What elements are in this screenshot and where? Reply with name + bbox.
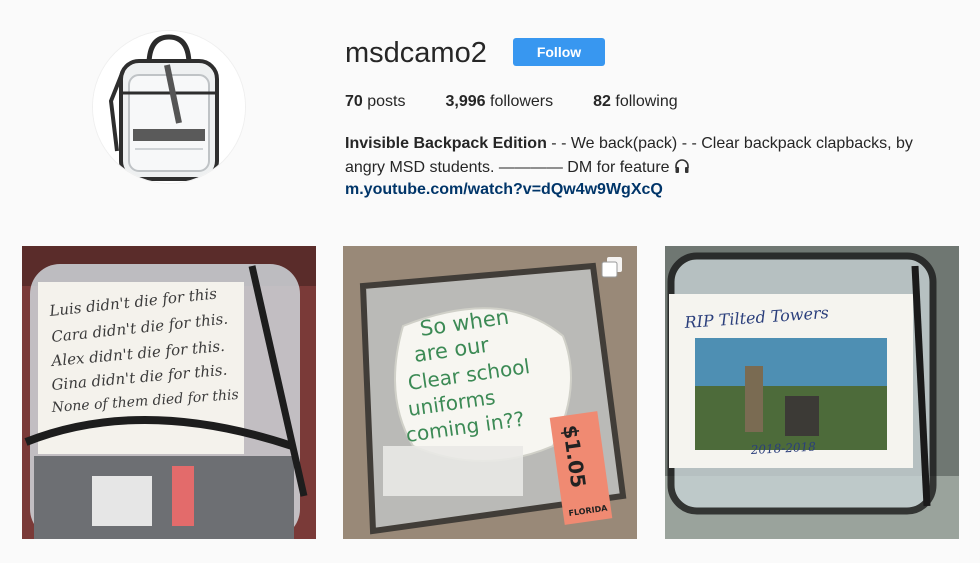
posts-count: 70 — [345, 93, 363, 110]
bio-name: Invisible Backpack Edition — [345, 135, 547, 152]
post-2-image: So when are our Clear school uniforms co… — [343, 246, 637, 539]
post-3-image: RIP Tilted Towers 2018-2018 — [665, 246, 959, 539]
followers-stat[interactable]: 3,996 followers — [446, 92, 554, 112]
headphones-icon — [675, 159, 689, 173]
clear-backpack-icon — [93, 31, 245, 183]
posts-label: posts — [367, 93, 406, 110]
profile-bio: Invisible Backpack Edition - - We back(p… — [345, 132, 945, 180]
profile-avatar[interactable] — [93, 31, 245, 183]
post-1-image: Luis didn't die for this Cara didn't die… — [22, 246, 316, 539]
following-count: 82 — [593, 93, 611, 110]
bio-link[interactable]: m.youtube.com/watch?v=dQw4w9WgXcQ — [345, 180, 663, 200]
posts-stat: 70 posts — [345, 92, 406, 112]
followers-count: 3,996 — [445, 93, 486, 110]
follow-button[interactable]: Follow — [513, 38, 605, 66]
followers-label: followers — [490, 93, 554, 110]
post-thumbnail[interactable]: Luis didn't die for this Cara didn't die… — [22, 246, 316, 539]
profile-stats: 70 posts 3,996 followers 82 following — [345, 92, 718, 112]
profile-username: msdcamo2 — [345, 37, 487, 69]
post-thumbnail[interactable]: RIP Tilted Towers 2018-2018 — [665, 246, 959, 539]
following-label: following — [615, 93, 678, 110]
multiple-photos-icon — [601, 257, 622, 278]
following-stat[interactable]: 82 following — [593, 92, 678, 112]
post-thumbnail[interactable]: So when are our Clear school uniforms co… — [343, 246, 637, 539]
